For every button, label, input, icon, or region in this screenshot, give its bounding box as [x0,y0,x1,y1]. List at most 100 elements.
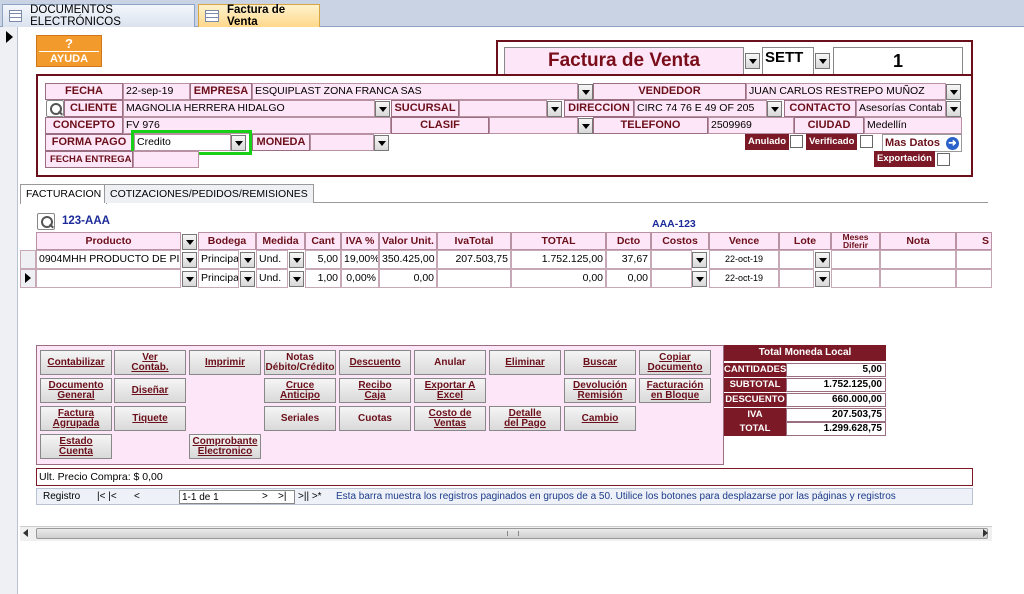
document-type-dropdown-button[interactable] [745,53,760,69]
facturacion-bloque-button[interactable]: Facturación en Bloque [639,378,711,403]
cell-s[interactable] [956,269,992,288]
medida-dropdown-button[interactable] [289,252,304,268]
fecha-entrega-field[interactable] [133,151,199,168]
cell-ivatotal[interactable]: 207.503,75 [437,250,511,269]
imprimir-button[interactable]: Imprimir [189,350,261,375]
cell-nota[interactable] [880,250,956,269]
search-product-icon[interactable] [37,213,55,230]
cell-producto[interactable] [36,269,181,288]
cuotas-button[interactable]: Cuotas [339,406,411,431]
devolucion-remision-button[interactable]: Devolución Remisión [564,378,636,403]
cell-ivatotal[interactable] [437,269,511,288]
cell-cant[interactable]: 5,00 [305,250,341,269]
cell-cant[interactable]: 1,00 [305,269,341,288]
clasif-field[interactable] [489,117,578,134]
cell-s[interactable] [956,250,992,269]
cliente-field[interactable]: MAGNOLIA HERRERA HIDALGO [123,100,375,117]
cell-medida[interactable]: Und. [256,250,288,269]
sucursal-field[interactable] [459,100,547,117]
descuento-button[interactable]: Descuento [339,350,411,375]
vendedor-dropdown-button[interactable] [946,84,961,100]
cell-total[interactable]: 0,00 [511,269,606,288]
cell-bodega[interactable]: Principal [198,269,239,288]
producto-dropdown-button[interactable] [182,252,197,268]
ciudad-field[interactable]: Medellín [864,117,962,134]
tab-factura-de-venta[interactable]: Factura de Venta [198,4,320,28]
fecha-field[interactable]: 22-sep-19 [123,83,190,100]
mas-datos-button[interactable]: Mas Datos ➜ [882,134,962,152]
record-selector-bar[interactable] [0,27,18,594]
cell-lote[interactable] [779,269,814,288]
cell-medida[interactable]: Und. [256,269,288,288]
cell-dcto[interactable]: 0,00 [606,269,651,288]
cell-costos[interactable] [651,269,692,288]
anular-button[interactable]: Anular [414,350,486,375]
cell-producto[interactable]: 0904MHH PRODUCTO DE PI [36,250,181,269]
factura-agrupada-button[interactable]: Factura Agrupada [40,406,112,431]
notas-button[interactable]: Notas Débito/Crédito [264,350,336,375]
detalle-pago-button[interactable]: Detalle del Pago [489,406,561,431]
cell-bodega[interactable]: Principal [198,250,239,269]
cell-iva[interactable]: 0,00% [341,269,379,288]
contacto-dropdown-button[interactable] [946,101,961,117]
documento-general-button[interactable]: Documento General [40,378,112,403]
search-cliente-icon[interactable] [46,100,64,117]
costos-dropdown-button[interactable] [692,271,707,287]
recibo-caja-button[interactable]: Recibo Caja [339,378,411,403]
cell-lote[interactable] [779,250,814,269]
telefono-field[interactable]: 2509969 [708,117,794,134]
cell-vence[interactable]: 22-oct-19 [709,250,779,269]
direccion-dropdown-button[interactable] [767,101,782,117]
tiquete-button[interactable]: Tiquete [114,406,186,431]
contacto-field[interactable]: Asesorías Contab [856,100,946,117]
next-record-button[interactable]: > [262,489,268,504]
producto-col-dropdown-button[interactable] [182,234,197,250]
moneda-dropdown-button[interactable] [374,135,389,151]
lote-dropdown-button[interactable] [815,271,830,287]
row-selector[interactable] [20,250,36,269]
seriales-button[interactable]: Seriales [264,406,336,431]
copiar-documento-button[interactable]: Copiar Documento [639,350,711,375]
previous-record-button[interactable]: < [134,489,140,504]
ver-contab-button[interactable]: Ver Contab. [114,350,186,375]
direccion-field[interactable]: CIRC 74 76 E 49 OF 205 [634,100,767,117]
last-record-button[interactable]: >| [278,489,286,504]
medida-dropdown-button[interactable] [289,271,304,287]
estado-cuenta-button[interactable]: Estado Cuenta [40,434,112,459]
scroll-right-icon[interactable] [983,529,988,537]
contabilizar-button[interactable]: Contabilizar [40,350,112,375]
cruce-anticipo-button[interactable]: Cruce Anticipo [264,378,336,403]
cell-costos[interactable] [651,250,692,269]
vendedor-field[interactable]: JUAN CARLOS RESTREPO MUÑOZ [746,83,946,100]
cell-dcto[interactable]: 37,67 [606,250,651,269]
costos-dropdown-button[interactable] [692,252,707,268]
cell-total[interactable]: 1.752.125,00 [511,250,606,269]
cell-nota[interactable] [880,269,956,288]
empresa-field[interactable]: ESQUIPLAST ZONA FRANCA SAS [252,83,578,100]
moneda-field[interactable] [310,134,374,151]
cambio-button[interactable]: Cambio [564,406,636,431]
costo-ventas-button[interactable]: Costo de Ventas [414,406,486,431]
sucursal-dropdown-button[interactable] [547,101,562,117]
help-button[interactable]: ? AYUDA [36,35,102,67]
scroll-left-icon[interactable] [23,529,28,537]
cell-valor-unit[interactable]: 350.425,00 [379,250,437,269]
lote-dropdown-button[interactable] [815,252,830,268]
comprobante-electronico-button[interactable]: Comprobante Electronico [189,434,261,459]
producto-dropdown-button[interactable] [182,271,197,287]
clasif-dropdown-button[interactable] [578,118,593,134]
cell-meses[interactable] [831,269,880,288]
buscar-button[interactable]: Buscar [564,350,636,375]
tab-cotizaciones[interactable]: COTIZACIONES/PEDIDOS/REMISIONES [104,184,314,203]
eliminar-button[interactable]: Eliminar [489,350,561,375]
empresa-dropdown-button[interactable] [578,84,593,100]
cell-iva[interactable]: 19,00% [341,250,379,269]
scroll-thumb[interactable] [36,528,988,539]
tab-documentos-electronicos[interactable]: DOCUMENTOS ELECTRÓNICOS [2,4,195,28]
cell-valor-unit[interactable]: 0,00 [379,269,437,288]
cell-vence[interactable]: 22-oct-19 [709,269,779,288]
document-number-field[interactable]: 1 [833,47,963,75]
disenar-button[interactable]: Diseñar [114,378,186,403]
exportacion-checkbox[interactable] [937,153,950,166]
tab-facturacion[interactable]: FACTURACION [20,184,108,204]
